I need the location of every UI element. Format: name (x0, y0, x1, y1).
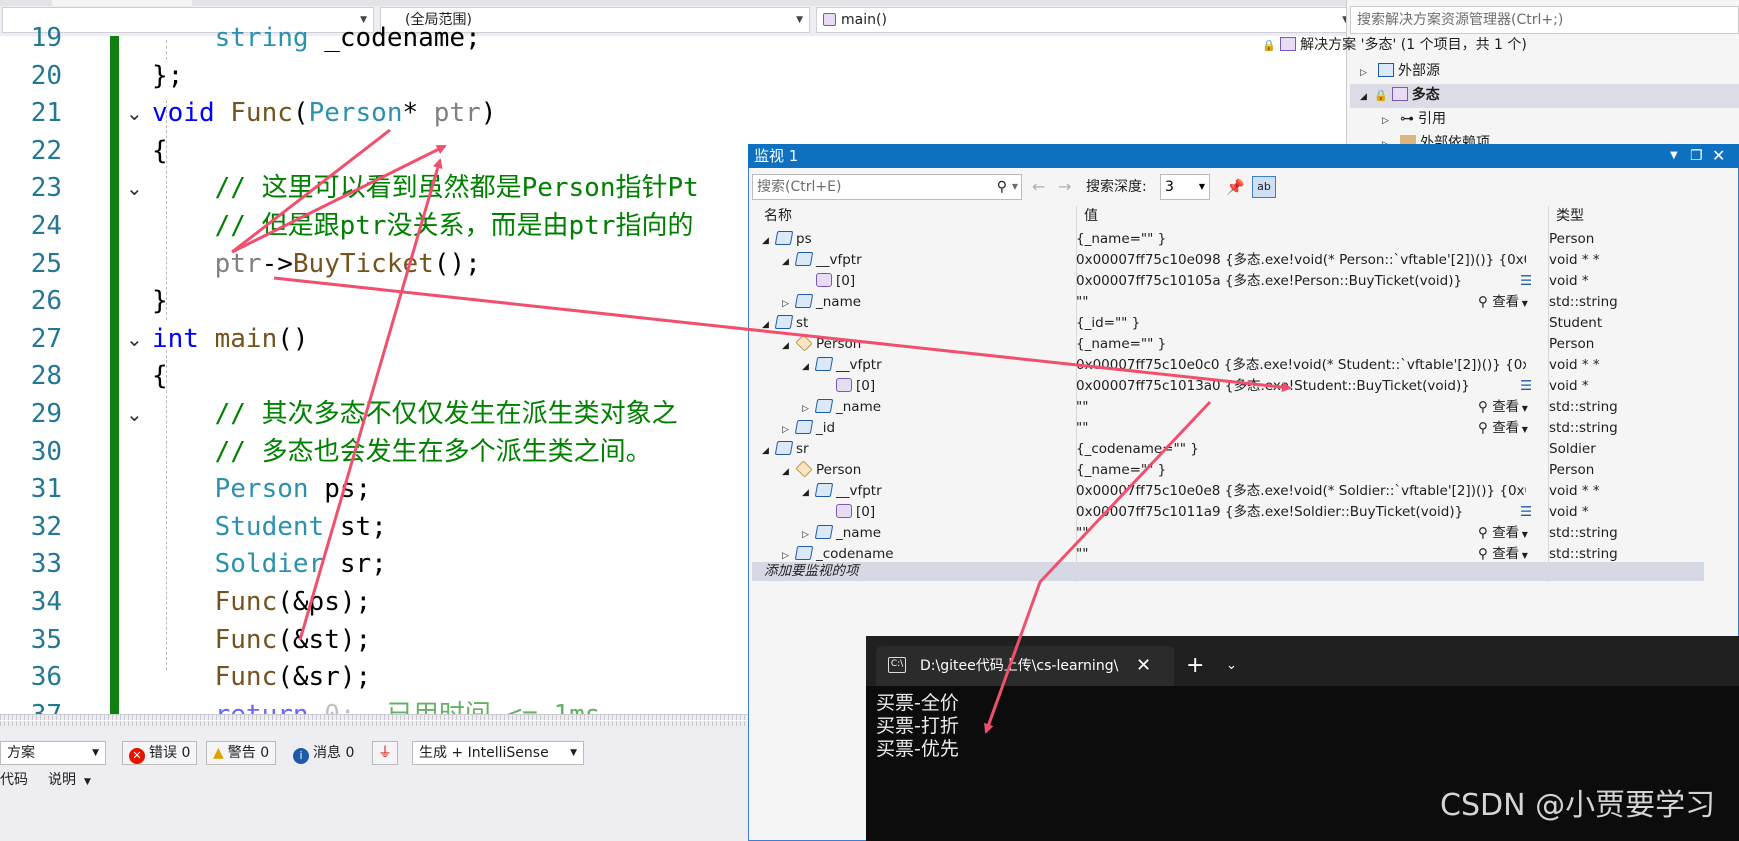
annotation-arrow (273, 276, 1292, 393)
annotation-arrows (231, 128, 1292, 734)
annotation-arrow (984, 400, 1212, 734)
annotation-arrow (231, 144, 447, 254)
annotation-arrow (298, 158, 443, 641)
annotation-arrow (231, 128, 391, 254)
screen: ▼ (全局范围)▼ main()▼ 19 string _codename;20… (0, 0, 1739, 841)
